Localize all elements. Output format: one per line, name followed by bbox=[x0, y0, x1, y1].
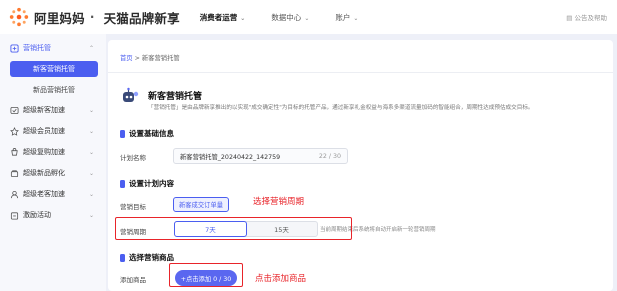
section-title: 设置计划内容 bbox=[129, 179, 174, 188]
chevron-down-icon: ⌄ bbox=[353, 14, 359, 22]
breadcrumb-separator: > bbox=[134, 55, 140, 62]
page-title: 新客营销托管 bbox=[148, 92, 203, 102]
annotation-box-period bbox=[115, 217, 352, 240]
section-title: 设置基础信息 bbox=[129, 129, 174, 138]
sidebar-item-label: 营销托管 bbox=[23, 44, 51, 52]
breadcrumb-current: 新客营销托管 bbox=[141, 55, 180, 62]
section-products: 选择营销商品 bbox=[120, 252, 174, 263]
section-marker bbox=[120, 129, 125, 138]
sidebar-item-label: 超级复购加速 bbox=[23, 148, 65, 156]
chevron-down-icon: ⌄ bbox=[240, 14, 246, 22]
manage-icon bbox=[10, 43, 19, 53]
sidebar-group-old-customer-boost[interactable]: 超级老客加速 ⌄ bbox=[10, 186, 98, 202]
help-link[interactable]: ▤ 公告及帮助 bbox=[566, 12, 607, 22]
robot-icon bbox=[123, 87, 139, 102]
new-product-icon bbox=[10, 169, 19, 177]
breadcrumb: 首页 > 新客营销托管 bbox=[120, 53, 180, 62]
section-marker bbox=[120, 253, 125, 262]
chevron-down-icon: ⌄ bbox=[88, 169, 94, 177]
sidebar-group-member-boost[interactable]: 超级会员加速 ⌄ bbox=[10, 123, 98, 139]
goal-label: 营销目标 bbox=[120, 203, 146, 211]
sidebar-item-label: 超级老客加速 bbox=[23, 190, 65, 198]
section-plan-content: 设置计划内容 bbox=[120, 178, 174, 189]
sidebar-item-new-product-managed[interactable]: 新品营销托管 bbox=[10, 82, 98, 98]
goal-value: 新客成交订单量 bbox=[178, 202, 224, 209]
divider bbox=[108, 72, 613, 73]
page-description: 「营销托管」是由品牌新享推出的以实现"成交确定性"为目标的托管产品，通过新享礼金… bbox=[148, 105, 534, 111]
chevron-up-icon: ⌃ bbox=[88, 44, 94, 52]
chevron-down-icon: ⌄ bbox=[88, 148, 94, 156]
sidebar-item-label: 超级新品孵化 bbox=[23, 169, 65, 177]
alimama-logo-icon bbox=[9, 7, 29, 27]
sidebar-item-label: 激励活动 bbox=[23, 211, 51, 219]
sidebar-group-repurchase-boost[interactable]: 超级复购加速 ⌄ bbox=[10, 144, 98, 160]
nav-label: 数据中心 bbox=[271, 12, 302, 22]
sidebar-item-label: 超级新客加速 bbox=[23, 106, 65, 114]
product-name: 天猫品牌新享 bbox=[103, 10, 180, 26]
old-customer-icon bbox=[10, 190, 19, 198]
char-counter: 22 / 30 bbox=[318, 152, 341, 160]
chevron-down-icon: ⌄ bbox=[88, 211, 94, 219]
sidebar: 营销托管 ⌃ 新客营销托管 新品营销托管 超级新客加速 ⌄ 超级会员加速 ⌄ 超… bbox=[0, 34, 106, 291]
plan-name-input[interactable]: 新客营销托管_20240422_142759 22 / 30 bbox=[173, 148, 348, 164]
section-marker bbox=[120, 179, 125, 188]
help-label: 公告及帮助 bbox=[574, 14, 608, 22]
sidebar-item-new-customer-managed[interactable]: 新客营销托管 bbox=[10, 61, 98, 77]
sidebar-group-new-product-incubation[interactable]: 超级新品孵化 ⌄ bbox=[10, 165, 98, 181]
repurchase-icon bbox=[11, 147, 18, 156]
nav-account[interactable]: 账户 ⌄ bbox=[335, 12, 358, 23]
main-panel: 首页 > 新客营销托管 新客营销托管 「营销托管」是由品牌新享推出的以实现"成交… bbox=[108, 40, 613, 291]
gift-icon bbox=[10, 211, 19, 220]
section-basic-info: 设置基础信息 bbox=[120, 128, 174, 139]
sidebar-item-label: 新品营销托管 bbox=[33, 86, 75, 94]
chevron-down-icon: ⌄ bbox=[88, 190, 94, 198]
annotation-box-add-product bbox=[169, 263, 243, 287]
nav-data-center[interactable]: 数据中心 ⌄ bbox=[271, 12, 309, 23]
notice-icon: ▤ bbox=[566, 14, 573, 22]
sidebar-item-label: 新客营销托管 bbox=[33, 65, 75, 73]
chevron-down-icon: ⌄ bbox=[88, 106, 94, 114]
breadcrumb-home[interactable]: 首页 bbox=[120, 55, 133, 62]
chevron-down-icon: ⌄ bbox=[88, 127, 94, 135]
top-bar: 阿里妈妈 · 天猫品牌新享 消费者运营 ⌄ 数据中心 ⌄ 账户 ⌄ ▤ 公告及帮助 bbox=[0, 0, 617, 34]
sidebar-group-new-customer-boost[interactable]: 超级新客加速 ⌄ bbox=[10, 102, 98, 118]
add-product-label: 添加商品 bbox=[120, 276, 146, 284]
nav-consumer-ops[interactable]: 消费者运营 ⌄ bbox=[200, 12, 246, 23]
brand-name: 阿里妈妈 bbox=[34, 10, 85, 26]
plan-name-value: 新客营销托管_20240422_142759 bbox=[180, 153, 281, 161]
sidebar-group-incentive-activity[interactable]: 激励活动 ⌄ bbox=[10, 207, 98, 223]
nav-label: 账户 bbox=[335, 12, 351, 22]
rocket-icon bbox=[10, 106, 19, 114]
goal-option-new-customer-orders[interactable]: 新客成交订单量 bbox=[173, 197, 229, 212]
top-nav: 消费者运营 ⌄ 数据中心 ⌄ 账户 ⌄ bbox=[200, 12, 385, 23]
sidebar-item-label: 超级会员加速 bbox=[23, 127, 65, 135]
member-icon bbox=[10, 126, 19, 136]
annotation-text-period: 选择营销周期 bbox=[253, 197, 305, 207]
section-title: 选择营销商品 bbox=[129, 253, 174, 262]
chevron-down-icon: ⌄ bbox=[304, 14, 310, 22]
plan-name-label: 计划名称 bbox=[120, 154, 146, 162]
brand-logo[interactable]: 阿里妈妈 · 天猫品牌新享 bbox=[8, 6, 180, 28]
sidebar-group-marketing-managed[interactable]: 营销托管 ⌃ bbox=[10, 40, 98, 56]
nav-label: 消费者运营 bbox=[199, 12, 238, 22]
annotation-text-add-product: 点击添加商品 bbox=[255, 274, 307, 284]
brand-separator: · bbox=[89, 10, 95, 24]
